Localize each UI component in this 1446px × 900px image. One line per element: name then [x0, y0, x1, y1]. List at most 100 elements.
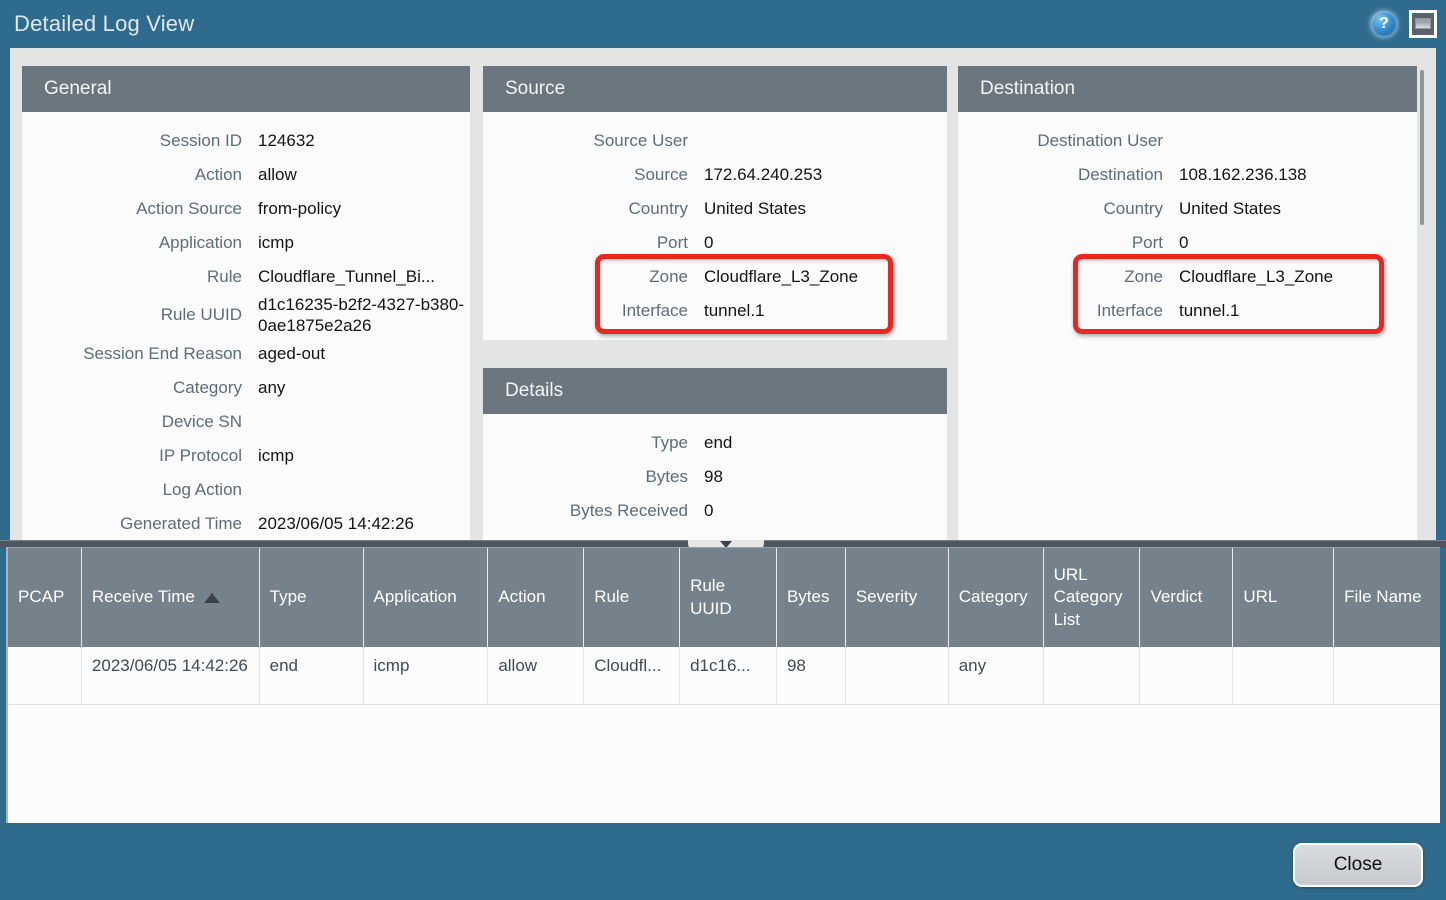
window-maximize-icon[interactable] [1409, 10, 1437, 38]
table-row[interactable]: 2023/06/05 14:42:26 end icmp allow Cloud… [8, 647, 1440, 705]
column-header-action[interactable]: Action [488, 548, 584, 647]
source-panel-header: Source [483, 66, 947, 112]
field-device-sn: Device SN [22, 405, 470, 439]
field-label: Bytes [483, 467, 688, 487]
field-value: 98 [704, 466, 723, 487]
field-label: Destination [958, 165, 1163, 185]
cell-url [1233, 647, 1334, 704]
detail-panels-area: General Session ID124632 Actionallow Act… [10, 48, 1436, 540]
cell-bytes: 98 [777, 647, 846, 704]
column-header-rule[interactable]: Rule [584, 548, 680, 647]
details-panel-body: Typeend Bytes 98 Bytes Received 0 [483, 414, 947, 528]
field-session-id: Session ID 124632 [22, 124, 470, 158]
field-destination: Destination 108.162.236.138 [958, 158, 1417, 192]
cell-pcap [8, 647, 82, 704]
field-action-source: Action Source from-policy [22, 192, 470, 226]
log-table-header: PCAP Receive Time Type Application Actio… [8, 547, 1440, 647]
field-value: 0 [704, 500, 713, 521]
close-button[interactable]: Close [1293, 843, 1423, 887]
column-header-url-category-list[interactable]: URL Category List [1044, 548, 1141, 647]
source-panel: Source Source User Source172.64.240.253 … [483, 66, 947, 340]
field-label: Device SN [22, 412, 242, 432]
window-glyph [1415, 18, 1431, 29]
log-table: PCAP Receive Time Type Application Actio… [6, 547, 1440, 823]
column-header-bytes[interactable]: Bytes [777, 548, 846, 647]
field-label: Rule UUID [22, 305, 242, 325]
field-label: Category [22, 378, 242, 398]
title-bar: Detailed Log View ? [0, 0, 1446, 48]
field-label: Generated Time [22, 514, 242, 534]
field-value: Cloudflare_Tunnel_Bi... [258, 266, 435, 287]
field-action: Action allow [22, 158, 470, 192]
cell-type: end [260, 647, 364, 704]
field-label: Source User [483, 131, 688, 151]
field-value: icmp [258, 445, 294, 466]
field-label: Session ID [22, 131, 242, 151]
field-country: Country United States [483, 192, 947, 226]
field-bytes: Bytes 98 [483, 460, 947, 494]
cell-verdict [1140, 647, 1233, 704]
vertical-scrollbar-thumb[interactable] [1420, 70, 1424, 225]
column-header-category[interactable]: Category [949, 548, 1044, 647]
field-label: IP Protocol [22, 446, 242, 466]
cell-url-category-list [1044, 647, 1141, 704]
field-value: 124632 [258, 130, 315, 151]
field-value: 172.64.240.253 [704, 164, 822, 185]
field-type: Typeend [483, 426, 947, 460]
page-title: Detailed Log View [14, 11, 194, 37]
window-maximize-icon-inner [1412, 13, 1434, 35]
cell-rule: Cloudfl... [584, 647, 680, 704]
field-label: Country [958, 199, 1163, 219]
column-header-severity[interactable]: Severity [846, 548, 949, 647]
cell-severity [846, 647, 949, 704]
field-ip-protocol: IP Protocol icmp [22, 439, 470, 473]
field-label: Country [483, 199, 688, 219]
column-header-pcap[interactable]: PCAP [8, 548, 82, 647]
field-country: Country United States [958, 192, 1417, 226]
field-destination-user: Destination User [958, 124, 1417, 158]
field-source: Source 172.64.240.253 [483, 158, 947, 192]
field-label: Session End Reason [22, 344, 242, 364]
field-label: Bytes Received [483, 501, 688, 521]
cell-file-name [1334, 647, 1440, 704]
field-value: icmp [258, 232, 294, 253]
column-header-file-name[interactable]: File Name [1334, 548, 1440, 647]
column-header-rule-uuid[interactable]: Rule UUID [680, 548, 777, 647]
cell-receive-time: 2023/06/05 14:42:26 [82, 647, 260, 704]
column-header-type[interactable]: Type [260, 548, 364, 647]
destination-panel: Destination Destination User Destination… [958, 66, 1417, 540]
field-label: Type [483, 433, 688, 453]
field-category: Categoryany [22, 371, 470, 405]
field-application: Application icmp [22, 226, 470, 260]
column-header-receive-time[interactable]: Receive Time [82, 548, 260, 647]
column-header-url[interactable]: URL [1233, 548, 1334, 647]
cell-category: any [949, 647, 1044, 704]
field-session-end-reason: Session End Reason aged-out [22, 337, 470, 371]
column-header-verdict[interactable]: Verdict [1140, 548, 1233, 647]
field-value: allow [258, 164, 297, 185]
field-value: 108.162.236.138 [1179, 164, 1307, 185]
field-value: United States [1179, 198, 1281, 219]
field-log-action: Log Action [22, 473, 470, 507]
column-header-application[interactable]: Application [364, 548, 489, 647]
field-label: Port [483, 233, 688, 253]
field-value: 0 [704, 232, 713, 253]
field-label: Port [958, 233, 1163, 253]
zone-interface-highlight [1073, 254, 1384, 334]
field-label: Application [22, 233, 242, 253]
field-generated-time: Generated Time2023/06/05 14:42:26 [22, 507, 470, 541]
field-label: Log Action [22, 480, 242, 500]
help-icon[interactable]: ? [1371, 11, 1397, 37]
general-panel: General Session ID124632 Actionallow Act… [22, 66, 470, 540]
zone-interface-highlight [595, 254, 893, 334]
field-label: Action [22, 165, 242, 185]
field-value: United States [704, 198, 806, 219]
cell-action: allow [488, 647, 584, 704]
field-label: Source [483, 165, 688, 185]
field-value: from-policy [258, 198, 341, 219]
field-label: Action Source [22, 199, 242, 219]
field-source-user: Source User [483, 124, 947, 158]
general-panel-body: Session ID 124632 Action allow Action Sour… [22, 112, 470, 540]
field-value: aged-out [258, 343, 325, 364]
destination-panel-header: Destination [958, 66, 1417, 112]
